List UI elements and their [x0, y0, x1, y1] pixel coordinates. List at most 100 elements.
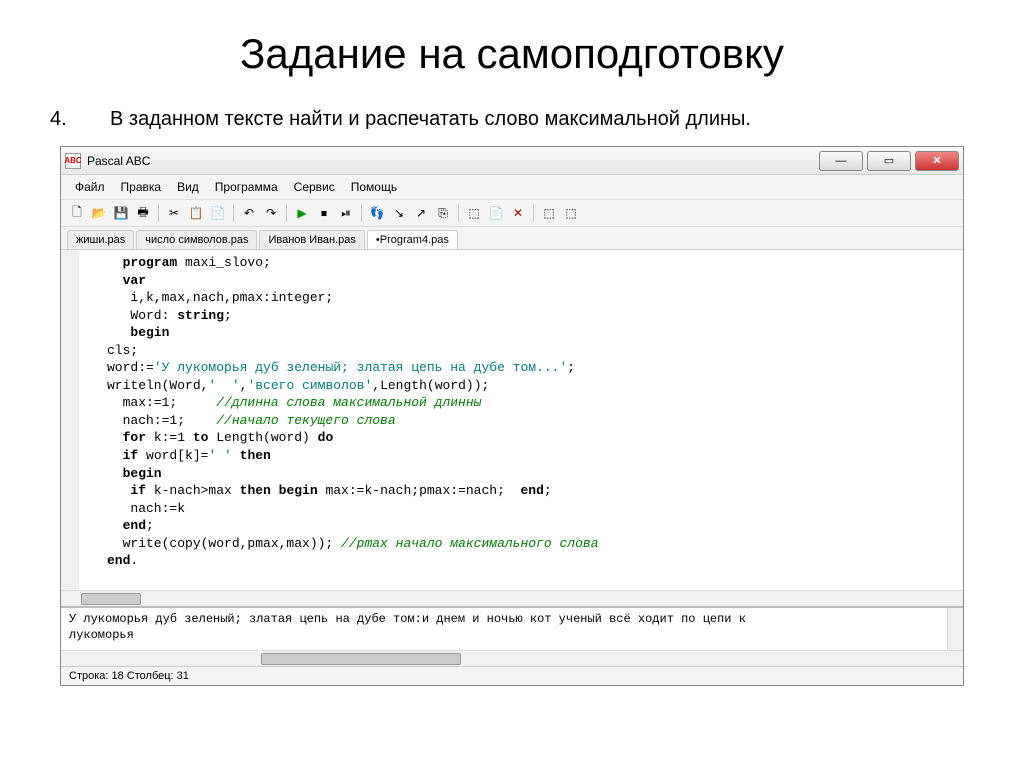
code-keyword: to	[193, 430, 209, 445]
code-text: ;	[544, 483, 552, 498]
print-icon[interactable]: 🖶	[133, 203, 153, 223]
scroll-thumb[interactable]	[81, 593, 141, 605]
open-file-icon[interactable]: 📂	[89, 203, 109, 223]
editor-scrollbar-h[interactable]	[61, 590, 963, 606]
code-text: write(copy(word,pmax,max));	[107, 536, 341, 551]
menu-edit[interactable]: Правка	[113, 177, 170, 197]
output-scrollbar-v[interactable]	[947, 608, 963, 650]
clear-icon[interactable]: ✕	[508, 203, 528, 223]
run-icon[interactable]: ▶	[292, 203, 312, 223]
code-text: k-nach>max	[146, 483, 240, 498]
window-icon[interactable]: ⬚	[464, 203, 484, 223]
menubar: Файл Правка Вид Программа Сервис Помощь	[61, 175, 963, 200]
undo-icon[interactable]: ↶	[239, 203, 259, 223]
code-keyword: do	[318, 430, 334, 445]
step-into-icon[interactable]: ↘	[389, 203, 409, 223]
redo-icon[interactable]: ↷	[261, 203, 281, 223]
task-number: 4.	[50, 108, 110, 131]
code-text	[232, 448, 240, 463]
separator-icon	[361, 204, 362, 222]
code-text: k:=1	[146, 430, 193, 445]
toolbar: 🗋 📂 💾 🖶 ✂ 📋 📄 ↶ ↷ ▶ ⏹ ⏯ 👣 ↘ ↗ ⎘ ⬚ 📄 ✕	[61, 200, 963, 227]
code-text: Length(word)	[208, 430, 317, 445]
statusbar: Строка: 18 Столбец: 31	[61, 666, 963, 685]
tool-icon[interactable]: ⬚	[539, 203, 559, 223]
paste-icon[interactable]: 📄	[208, 203, 228, 223]
separator-icon	[458, 204, 459, 222]
pause-icon[interactable]: ⏯	[336, 203, 356, 223]
code-keyword: then begin	[240, 483, 318, 498]
editor-tabs: жиши.pas число символов.pas Иванов Иван.…	[61, 227, 963, 250]
slide-title: Задание на самоподготовку	[50, 30, 974, 78]
code-text: nach:=k	[107, 501, 185, 516]
menu-service[interactable]: Сервис	[286, 177, 343, 197]
separator-icon	[233, 204, 234, 222]
stop-icon[interactable]: ⏹	[314, 203, 334, 223]
code-keyword: if	[107, 448, 138, 463]
code-keyword: for	[107, 430, 146, 445]
save-icon[interactable]: 💾	[111, 203, 131, 223]
code-comment: //длинна слова максимальной длинны	[216, 395, 481, 410]
code-keyword: end	[107, 518, 146, 533]
maximize-button[interactable]: ▭	[867, 151, 911, 171]
code-keyword: begin	[107, 325, 169, 340]
tab-file[interactable]: число символов.pas	[136, 230, 257, 249]
new-file-icon[interactable]: 🗋	[67, 203, 87, 223]
titlebar: ABC Pascal ABC — ▭ ✕	[61, 147, 963, 175]
separator-icon	[286, 204, 287, 222]
code-string: ' '	[208, 448, 231, 463]
step-icon[interactable]: 👣	[367, 203, 387, 223]
copy-icon[interactable]: 📋	[186, 203, 206, 223]
scroll-thumb[interactable]	[261, 653, 461, 665]
code-string: 'У лукоморья дуб зеленый; златая цепь на…	[154, 360, 567, 375]
menu-help[interactable]: Помощь	[343, 177, 405, 197]
app-title: Pascal ABC	[87, 154, 819, 168]
minimize-button[interactable]: —	[819, 151, 863, 171]
cut-icon[interactable]: ✂	[164, 203, 184, 223]
breakpoint-icon[interactable]: ⎘	[433, 203, 453, 223]
tab-file[interactable]: Иванов Иван.pas	[259, 230, 364, 249]
code-text: max:=1;	[107, 395, 216, 410]
code-keyword: if	[107, 483, 146, 498]
code-keyword: var	[107, 273, 146, 288]
tool-icon[interactable]: ⬚	[561, 203, 581, 223]
menu-file[interactable]: Файл	[67, 177, 113, 197]
separator-icon	[158, 204, 159, 222]
code-keyword: end	[107, 553, 130, 568]
separator-icon	[533, 204, 534, 222]
code-keyword: end	[521, 483, 544, 498]
menu-program[interactable]: Программа	[207, 177, 286, 197]
step-out-icon[interactable]: ↗	[411, 203, 431, 223]
code-text: word[k]=	[138, 448, 208, 463]
page-icon[interactable]: 📄	[486, 203, 506, 223]
task-text: В заданном тексте найти и распечатать сл…	[110, 108, 751, 131]
pascal-abc-window: ABC Pascal ABC — ▭ ✕ Файл Правка Вид Про…	[60, 146, 964, 686]
output-text: У лукоморья дуб зеленый; златая цепь на …	[69, 612, 746, 642]
code-editor[interactable]: program maxi_slovo; var i,k,max,nach,pma…	[61, 250, 963, 590]
app-icon: ABC	[65, 153, 81, 169]
menu-view[interactable]: Вид	[169, 177, 207, 197]
code-keyword: begin	[107, 466, 162, 481]
code-text: max:=k-nach;pmax:=nach;	[318, 483, 521, 498]
code-string: 'всего символов'	[247, 378, 372, 393]
code-text: maxi_slovo;	[177, 255, 271, 270]
code-text: .	[130, 553, 138, 568]
code-text: Word:	[107, 308, 177, 323]
tab-file-active[interactable]: •Program4.pas	[367, 230, 458, 249]
code-text: cls;	[107, 343, 138, 358]
code-text: ;	[146, 518, 154, 533]
output-scrollbar-h[interactable]	[61, 650, 963, 666]
status-text: Строка: 18 Столбец: 31	[69, 670, 189, 682]
code-keyword: program	[107, 255, 177, 270]
code-keyword: string	[177, 308, 224, 323]
code-text: writeln(Word,	[107, 378, 208, 393]
code-text: ,Length(word));	[372, 378, 489, 393]
code-text: i,k,max,nach,pmax:integer;	[107, 290, 333, 305]
close-button[interactable]: ✕	[915, 151, 959, 171]
output-panel[interactable]: У лукоморья дуб зеленый; златая цепь на …	[61, 606, 963, 650]
code-keyword: then	[240, 448, 271, 463]
code-comment: //начало текущего слова	[216, 413, 395, 428]
code-text: word:=	[107, 360, 154, 375]
tab-file[interactable]: жиши.pas	[67, 230, 134, 249]
code-text: ;	[567, 360, 575, 375]
